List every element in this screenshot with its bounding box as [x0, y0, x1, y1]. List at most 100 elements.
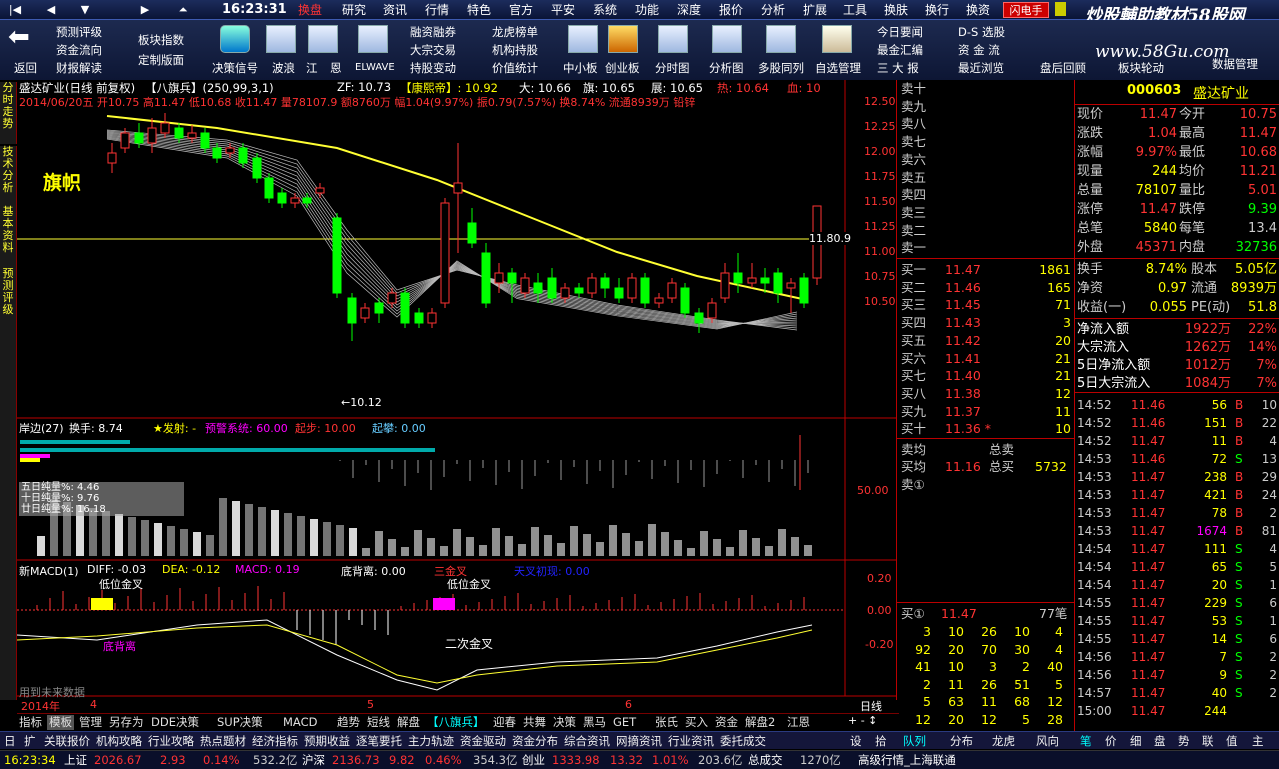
tb-cash-flow[interactable]: 资 金 流: [958, 43, 1000, 57]
tb-kline[interactable]: 分析图: [709, 61, 744, 75]
side-tab-forecast[interactable]: 预测评级: [0, 268, 17, 330]
side-tab-timeline[interactable]: 分时走势: [0, 82, 17, 144]
nav-prev-icon[interactable]: ◀: [38, 2, 64, 18]
side-tab-tech[interactable]: 技术分析: [0, 146, 17, 208]
function-tab[interactable]: 预期收益: [304, 733, 350, 749]
indicator-tab[interactable]: DDE决策: [149, 715, 201, 730]
panel-tab[interactable]: 笔: [1080, 733, 1092, 749]
menu-item[interactable]: 报价: [719, 2, 743, 18]
elwave-icon[interactable]: [358, 25, 388, 53]
smb-icon[interactable]: [568, 25, 598, 53]
function-tab[interactable]: 逐笔要托: [356, 733, 402, 749]
back-arrow-icon[interactable]: ⬅: [8, 24, 38, 50]
indicator-tab[interactable]: 【八旗兵】: [425, 715, 487, 730]
function-tab[interactable]: 日: [4, 733, 16, 749]
indicator-tab[interactable]: 管理: [77, 715, 104, 730]
tb-review[interactable]: 盘后回顾: [1040, 61, 1086, 75]
tb-jiang[interactable]: 江: [306, 61, 318, 75]
tb-holding-change[interactable]: 持股变动: [410, 61, 456, 75]
function-tab[interactable]: 热点题材: [200, 733, 246, 749]
indicator-tab[interactable]: 黑马: [581, 715, 608, 730]
multi-stock-icon[interactable]: [766, 25, 796, 53]
flash-trade-button[interactable]: 闪电手: [1003, 2, 1049, 18]
wave-icon[interactable]: [266, 25, 296, 53]
tb-elwave[interactable]: ELWAVE: [355, 61, 395, 75]
timeline-icon[interactable]: [658, 25, 688, 53]
indicator-tab[interactable]: 资金: [713, 715, 740, 730]
panel-tab[interactable]: 盘: [1154, 733, 1166, 749]
indicator-tab[interactable]: 指标: [17, 715, 44, 730]
tb-watchlist[interactable]: 自选管理: [815, 61, 861, 75]
menu-item[interactable]: 换资: [966, 2, 990, 18]
zoom-controls[interactable]: + - ↕: [848, 714, 877, 727]
tb-rotation[interactable]: 板块轮动: [1118, 61, 1164, 75]
tb-recent[interactable]: 最近浏览: [958, 61, 1004, 75]
menu-item[interactable]: 特色: [467, 2, 491, 18]
menu-item[interactable]: 官方: [509, 2, 533, 18]
indicator-tab[interactable]: 解盘2: [743, 715, 777, 730]
tb-decision-signal[interactable]: 决策信号: [212, 61, 258, 75]
menu-item[interactable]: 换肤: [884, 2, 908, 18]
decision-signal-icon[interactable]: [220, 25, 250, 53]
function-tab[interactable]: 资金驱动: [460, 733, 506, 749]
tb-gem[interactable]: 创业板: [605, 61, 640, 75]
menu-item[interactable]: 换盘: [298, 2, 322, 18]
menu-item[interactable]: 换行: [925, 2, 949, 18]
tb-three-reports[interactable]: 三 大 报: [877, 61, 919, 75]
nav-next-icon[interactable]: ▶: [132, 2, 158, 18]
indicator-tab[interactable]: 决策: [551, 715, 578, 730]
tb-wave[interactable]: 波浪: [272, 61, 295, 75]
kline-chart-area[interactable]: 盛达矿业(日线 前复权) 【八旗兵】(250,99,3,1) ZF: 10.73…: [16, 80, 897, 713]
function-tab[interactable]: 委托成交: [720, 733, 766, 749]
function-tab[interactable]: 扩: [24, 733, 36, 749]
indicator-tab[interactable]: 共舞: [521, 715, 548, 730]
menu-item[interactable]: 平安: [551, 2, 575, 18]
nav-up-icon[interactable]: ⏶: [170, 2, 196, 18]
panel-tab[interactable]: 分布: [950, 733, 973, 749]
panel-tab[interactable]: 风向: [1036, 733, 1059, 749]
tb-block-trade[interactable]: 大宗交易: [410, 43, 456, 57]
tb-smb[interactable]: 中小板: [563, 61, 598, 75]
indicator-tab[interactable]: 模板: [47, 715, 74, 730]
panel-tab[interactable]: 联: [1202, 733, 1214, 749]
function-tab[interactable]: 机构攻略: [96, 733, 142, 749]
tb-sector-index[interactable]: 板块指数: [138, 33, 184, 47]
function-tab[interactable]: 关联报价: [44, 733, 90, 749]
menu-item[interactable]: 分析: [761, 2, 785, 18]
window-control-icon[interactable]: [1055, 2, 1066, 16]
indicator-tab[interactable]: 短线: [365, 715, 392, 730]
tb-report[interactable]: 财报解读: [56, 61, 102, 75]
panel-tab[interactable]: 龙虎: [992, 733, 1015, 749]
panel-tab[interactable]: 细: [1130, 733, 1142, 749]
panel-tab[interactable]: 价: [1105, 733, 1117, 749]
kline-icon[interactable]: [712, 25, 742, 53]
tb-margin[interactable]: 融资融券: [410, 25, 456, 39]
back-button[interactable]: 返回: [14, 61, 37, 75]
function-tab[interactable]: 经济指标: [252, 733, 298, 749]
menu-item[interactable]: 工具: [843, 2, 867, 18]
function-tab[interactable]: 资金分布: [512, 733, 558, 749]
indicator-tab[interactable]: 解盘: [395, 715, 422, 730]
tb-news[interactable]: 今日要闻: [877, 25, 923, 39]
tb-digest[interactable]: 最金汇编: [877, 43, 923, 57]
period-daily[interactable]: 日线: [860, 698, 882, 714]
tb-dragon-tiger[interactable]: 龙虎榜单: [492, 25, 538, 39]
jiang-icon[interactable]: [308, 25, 338, 53]
indicator-tab[interactable]: 买入: [683, 715, 710, 730]
panel-tab[interactable]: 设: [850, 733, 862, 749]
indicator-tab[interactable]: 迎春: [491, 715, 518, 730]
nav-first-icon[interactable]: |◀: [2, 2, 28, 18]
nav-down-icon[interactable]: ▼: [72, 2, 98, 18]
menu-item[interactable]: 扩展: [803, 2, 827, 18]
tb-value-stats[interactable]: 价值统计: [492, 61, 538, 75]
gem-icon[interactable]: [608, 25, 638, 53]
indicator-tab[interactable]: 另存为: [107, 715, 146, 730]
menu-item[interactable]: 深度: [677, 2, 701, 18]
indicator-tab[interactable]: 张氏: [653, 715, 680, 730]
menu-item[interactable]: 资讯: [383, 2, 407, 18]
indicator-tab[interactable]: MACD: [281, 715, 319, 730]
indicator-tab[interactable]: GET: [611, 715, 638, 730]
tb-multi-stock[interactable]: 多股同列: [758, 61, 804, 75]
panel-tab[interactable]: 队列: [903, 733, 926, 749]
menu-item[interactable]: 功能: [635, 2, 659, 18]
